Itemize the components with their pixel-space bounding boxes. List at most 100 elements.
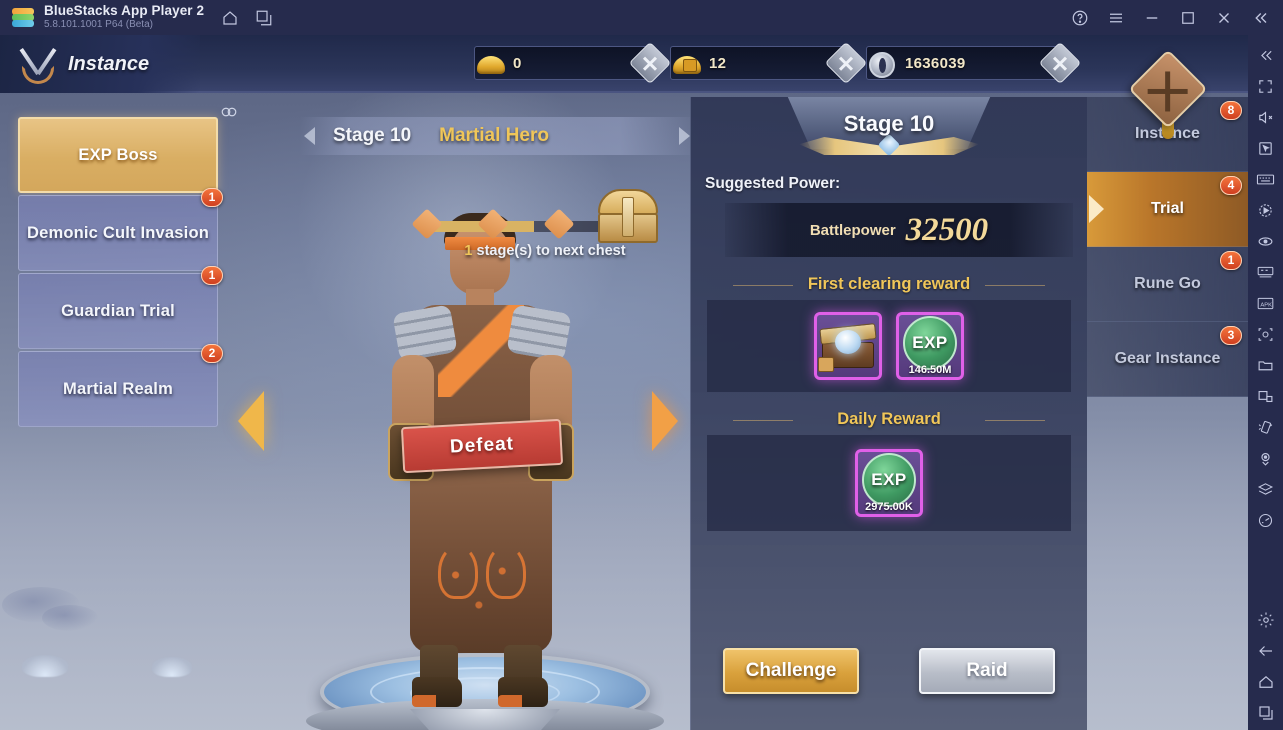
currency-silver-coin: 1636039: [866, 41, 1082, 85]
reward-item-exp[interactable]: EXP 146.50M: [896, 312, 964, 380]
titlebar-left-icons: [220, 8, 274, 28]
crossed-swords-icon: [16, 42, 60, 86]
next-chest-icon[interactable]: [596, 189, 660, 247]
raid-button[interactable]: Raid: [919, 648, 1055, 694]
character-preview[interactable]: Defeat: [352, 205, 612, 707]
home-icon[interactable]: [220, 8, 240, 28]
nav-item-trial[interactable]: Trial 4: [1087, 172, 1248, 247]
category-item-demonic-cult-invasion[interactable]: Demonic Cult Invasion 1: [18, 188, 223, 271]
next-stage-button[interactable]: [652, 391, 678, 451]
maximize-icon[interactable]: [1177, 7, 1199, 29]
layers-icon[interactable]: [1252, 475, 1280, 503]
bluestacks-sidebar: APK: [1248, 35, 1283, 730]
mute-icon[interactable]: [1252, 103, 1280, 131]
currency-value: 1636039: [905, 54, 966, 72]
stage-header-strip: Stage 10 Martial Hero: [300, 117, 700, 155]
chest-progress-node: [543, 208, 575, 240]
stage-name: Martial Hero: [439, 125, 549, 146]
media-folder-icon[interactable]: [1252, 351, 1280, 379]
first-clearing-reward-title: First clearing reward: [691, 275, 1087, 294]
chest-progress-caption: 1 stage(s) to next chest: [420, 243, 670, 259]
category-label: Demonic Cult Invasion: [26, 223, 210, 242]
stage-action-buttons: Challenge Raid: [691, 648, 1087, 694]
recents-icon[interactable]: [1252, 699, 1280, 727]
stage-next-icon[interactable]: [679, 127, 690, 145]
close-icon[interactable]: [1213, 7, 1235, 29]
collapse-category-list-icon[interactable]: [219, 97, 239, 127]
app-title: BlueStacks App Player 2: [44, 3, 205, 19]
add-gold-ingot-button[interactable]: [628, 41, 672, 85]
currency-gold-ingot: 0: [474, 41, 672, 85]
currency-value: 0: [513, 54, 522, 72]
category-item-exp-boss[interactable]: EXP Boss: [18, 117, 218, 193]
daily-reward-title: Daily Reward: [691, 410, 1087, 429]
previous-stage-button[interactable]: [238, 391, 264, 451]
minimize-icon[interactable]: [1141, 7, 1163, 29]
exp-orb-icon: EXP: [862, 453, 916, 507]
nav-item-label: Rune Go: [1134, 275, 1201, 292]
game-viewport[interactable]: Instance 0 12 1636039 EXP Boss Demonic C…: [0, 35, 1248, 730]
character-boot: [498, 677, 548, 707]
multi-instance-icon[interactable]: [254, 8, 274, 28]
svg-text:APK: APK: [1260, 302, 1272, 308]
stage-number: Stage 10: [333, 125, 412, 146]
category-item-guardian-trial[interactable]: Guardian Trial 1: [18, 266, 223, 349]
location-icon[interactable]: [1252, 444, 1280, 472]
category-list: EXP Boss Demonic Cult Invasion 1 Guardia…: [18, 117, 223, 429]
status-badge-label: Defeat: [449, 433, 515, 458]
titlebar-text: BlueStacks App Player 2 5.8.101.1001 P64…: [44, 3, 205, 31]
window-layout-icon[interactable]: [1252, 382, 1280, 410]
reward-item-treasure-chest[interactable]: [814, 312, 882, 380]
category-badge: 1: [201, 266, 223, 285]
character-pauldron: [506, 304, 572, 362]
battlepower-bar: Battlepower 32500: [725, 203, 1073, 257]
back-icon[interactable]: [1252, 637, 1280, 665]
game-right-nav: Instance 8 Trial 4 Rune Go 1 Gear Instan…: [1087, 97, 1248, 397]
challenge-button[interactable]: Challenge: [723, 648, 859, 694]
hamburger-menu-icon[interactable]: [1105, 7, 1127, 29]
currency-value: 12: [709, 54, 727, 72]
add-silver-coin-button[interactable]: [1038, 41, 1082, 85]
home-icon[interactable]: [1252, 668, 1280, 696]
nav-item-badge: 1: [1220, 251, 1242, 270]
first-clearing-reward-list: EXP 146.50M: [707, 300, 1071, 392]
exp-orb-icon: EXP: [903, 316, 957, 370]
fullscreen-icon[interactable]: [1252, 72, 1280, 100]
category-item-martial-realm[interactable]: Martial Realm 2: [18, 344, 223, 427]
keyboard-controls-icon[interactable]: [1252, 165, 1280, 193]
chest-progress: 1 stage(s) to next chest: [411, 189, 680, 259]
add-bound-gold-button[interactable]: [824, 41, 868, 85]
treasure-chest-icon: [818, 320, 877, 372]
gold-ingot-icon: [477, 50, 507, 78]
bound-gold-ingot-icon: [673, 50, 703, 78]
rotate-icon[interactable]: [1252, 227, 1280, 255]
shake-icon[interactable]: [1252, 413, 1280, 441]
nav-item-label: Gear Instance: [1114, 350, 1221, 367]
help-icon[interactable]: [1069, 7, 1091, 29]
detail-panel-header: Stage 10: [691, 97, 1087, 167]
game-hud: Instance 0 12 1636039: [0, 35, 1248, 93]
battlepower-label: Battlepower: [809, 221, 896, 239]
install-apk-icon[interactable]: APK: [1252, 289, 1280, 317]
window-controls: [1069, 7, 1283, 29]
nav-item-badge: 8: [1220, 101, 1242, 120]
collapse-icon[interactable]: [1249, 7, 1271, 29]
background-lilypad: [42, 605, 98, 631]
reward-item-exp-daily[interactable]: EXP 2975.00K: [855, 449, 923, 517]
nav-item-gear-instance[interactable]: Gear Instance 3: [1087, 322, 1248, 397]
nav-item-label: Trial: [1151, 200, 1184, 217]
nav-item-rune-go[interactable]: Rune Go 1: [1087, 247, 1248, 322]
silver-coin-icon: [869, 50, 899, 78]
performance-meter-icon[interactable]: [1252, 506, 1280, 534]
battlepower-value: 32500: [905, 211, 989, 248]
category-label: EXP Boss: [78, 145, 158, 164]
stage-prev-icon[interactable]: [304, 127, 315, 145]
status-badge: Defeat: [400, 418, 564, 474]
background-lotus: [152, 657, 192, 677]
multi-instance-manager-icon[interactable]: [1252, 258, 1280, 286]
settings-gear-icon[interactable]: [1252, 606, 1280, 634]
pointer-icon[interactable]: [1252, 134, 1280, 162]
collapse-sidebar-icon[interactable]: [1252, 41, 1280, 69]
screenshot-icon[interactable]: [1252, 320, 1280, 348]
macro-recorder-icon[interactable]: [1252, 196, 1280, 224]
